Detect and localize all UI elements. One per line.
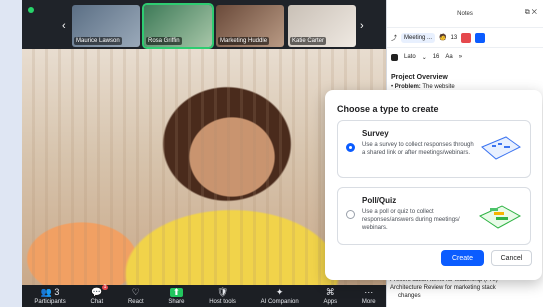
participants-button[interactable]: 👥 3 Participants xyxy=(34,286,65,305)
poll-illustration-icon xyxy=(478,205,522,229)
survey-option[interactable]: Survey Use a survey to collect responses… xyxy=(337,120,531,178)
close-icon[interactable]: ✕ xyxy=(532,9,537,16)
share-note-icon[interactable] xyxy=(475,32,486,43)
strip-prev-arrow-icon[interactable]: ‹ xyxy=(62,20,66,32)
text-color-icon[interactable] xyxy=(391,53,398,61)
poll-quiz-option[interactable]: Poll/Quiz Use a poll or quiz to collect … xyxy=(337,187,531,245)
option-description: Use a survey to collect responses throug… xyxy=(362,142,474,156)
strip-next-arrow-icon[interactable]: › xyxy=(360,20,364,32)
popout-icon[interactable]: ⧉ xyxy=(525,9,530,16)
ai-companion-icon: ✦ xyxy=(275,286,284,297)
share-icon: ⬆ xyxy=(169,287,184,297)
meeting-selector[interactable]: Meeting ... xyxy=(401,32,436,43)
apps-icon: ⌘ xyxy=(325,286,335,297)
participant-tile[interactable]: Marketing Huddle xyxy=(216,5,284,47)
notes-meta-row: ⤴ Meeting ... 🧑 13 xyxy=(387,28,543,48)
chat-button[interactable]: 💬 1 Chat xyxy=(91,283,109,305)
apps-button[interactable]: ⌘ Apps xyxy=(323,286,337,305)
participant-tile[interactable]: Katie Carter xyxy=(288,5,356,47)
participant-tile[interactable]: Maurice Lawson xyxy=(72,5,140,47)
notes-header: Notes ⧉ ✕ xyxy=(387,0,543,28)
shield-icon: 🛡 xyxy=(216,286,229,297)
format-toolbar: Lato ⌄ 16 Aa » xyxy=(387,48,543,66)
cancel-button[interactable]: Cancel xyxy=(491,250,532,266)
option-title: Poll/Quiz xyxy=(362,196,397,205)
dialog-title: Choose a type to create xyxy=(337,104,439,114)
survey-radio[interactable] xyxy=(346,143,355,152)
create-type-dialog: Choose a type to create Survey Use a sur… xyxy=(325,90,542,280)
secure-indicator-icon xyxy=(28,7,34,13)
create-button[interactable]: Create xyxy=(441,250,484,266)
more-icon: ⋯ xyxy=(364,286,374,297)
notes-heading: Project Overview xyxy=(391,74,448,81)
share-icon[interactable]: ⤴ xyxy=(391,33,397,42)
option-description: Use a poll or quiz to collect responses/… xyxy=(362,209,460,231)
record-icon[interactable] xyxy=(461,32,472,43)
font-select[interactable]: Lato xyxy=(404,54,416,60)
share-button[interactable]: ⬆ Share xyxy=(168,287,184,305)
participant-strip: Maurice Lawson Rosa Griffin Marketing Hu… xyxy=(72,3,388,49)
chevron-down-icon[interactable]: ⌄ xyxy=(422,54,427,61)
survey-illustration-icon xyxy=(481,136,521,160)
poll-quiz-radio[interactable] xyxy=(346,210,355,219)
react-button[interactable]: ♡ React xyxy=(128,286,144,305)
chat-badge: 1 xyxy=(101,283,109,290)
notes-title: Notes xyxy=(457,10,473,17)
meeting-toolbar: 👥 3 Participants 💬 1 Chat ♡ React ⬆ Share 🛡 Ho… xyxy=(22,283,388,307)
notes-window-controls: ⧉ ✕ xyxy=(525,9,537,17)
chat-icon: 💬 1 xyxy=(91,283,109,297)
ai-companion-button[interactable]: ✦ AI Companion xyxy=(261,286,299,305)
participant-tile[interactable]: Rosa Griffin xyxy=(142,3,214,49)
avatar: 🧑 xyxy=(439,35,447,41)
react-icon: ♡ xyxy=(131,286,140,297)
host-tools-button[interactable]: 🛡 Host tools xyxy=(209,286,236,305)
font-size-select[interactable]: 16 xyxy=(433,54,440,60)
text-style-button[interactable]: Aa xyxy=(445,54,452,60)
more-button[interactable]: ⋯ More xyxy=(362,286,376,305)
participants-icon: 👥 3 xyxy=(40,286,60,297)
viewer-count: 13 xyxy=(450,34,458,41)
option-title: Survey xyxy=(362,129,389,138)
expand-icon[interactable]: » xyxy=(459,54,462,60)
